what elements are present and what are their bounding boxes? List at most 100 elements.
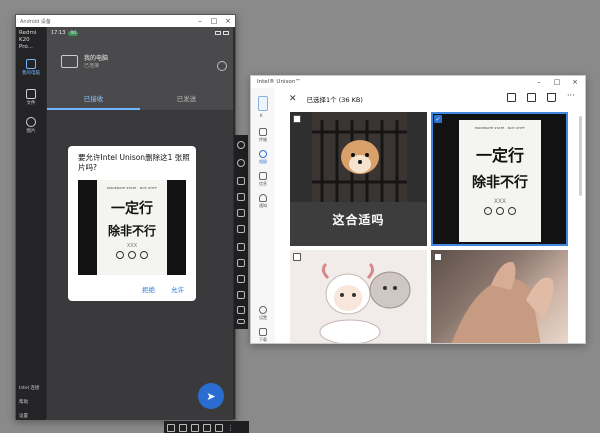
gear-icon[interactable] [217,61,227,71]
tag-xxx: XXX [493,198,507,205]
tag-line-2: 除非不行 [107,224,156,238]
status-badge: 00 [68,30,79,36]
cast-icon[interactable] [215,424,223,432]
power-icon[interactable] [237,141,245,149]
vibrate-icon[interactable] [237,209,245,217]
tag-line-1: 一定行 [475,146,524,165]
sidebar-item-gallery[interactable]: 相册 [251,150,275,165]
tag-line-2: 除非不行 [472,175,528,191]
dialog-photo-preview: MODERATE STATE · NOT-STIFF 一定行 除非不行 XXX [78,180,186,275]
more-icon[interactable]: ⋮ [227,424,234,432]
symbol-icon [140,251,148,259]
phone-bottom-toolbar: ⋮ [164,421,249,433]
sidebar-item-notifications[interactable]: 通知 [251,194,275,209]
sidebar-item-label: 图片 [26,129,36,134]
photo-tile[interactable] [290,250,427,343]
phone-tabs: 已接收 已发送 [47,90,233,110]
sidebar-item-label: 下载 [259,337,267,342]
settings-item[interactable]: 设置 [19,413,28,419]
download-icon[interactable] [507,93,516,102]
mute-icon[interactable] [237,225,245,233]
message-icon [259,172,267,180]
volume-up-icon[interactable] [237,177,245,185]
photo-checkbox-checked[interactable]: ✓ [434,115,442,123]
photo-tile[interactable]: 这合适吗 [290,112,427,246]
maximize-icon[interactable]: □ [548,76,566,88]
sidebar-item-label: 我的电脑 [22,71,40,76]
my-computer-row[interactable]: 我的电脑 已连接 [61,53,108,69]
allow-button[interactable]: 允许 [171,284,184,294]
keyboard-icon[interactable] [191,424,199,432]
unison-titlebar: Intel® Unison™ – □ × [251,76,585,88]
sidebar-item-settings[interactable]: 设置 [251,306,275,321]
sidebar-item-messages[interactable]: 信息 [251,172,275,187]
close-icon[interactable]: × [221,15,235,27]
file-transfer-icon[interactable] [203,424,211,432]
pc-name: 我的电脑 [84,55,109,62]
more-icon[interactable]: ··· [567,92,577,102]
minimize-icon[interactable]: – [193,15,207,27]
pc-status: 已连接 [84,63,100,69]
device-name: Redmi K20 Pro... [19,30,37,50]
scrollbar[interactable] [579,116,582,196]
phone-window-titlebar: Android 设备 – □ × [16,15,235,27]
sidebar-item-label: 传输 [259,137,267,142]
send-icon: ➤ [206,389,216,403]
bell-icon [259,194,267,202]
volume-down-icon[interactable] [237,193,245,201]
file-icon [26,89,36,99]
symbol-icon [128,251,136,259]
unison-window: Intel® Unison™ – □ × K 传输 相册 信息 通知 设置 下载… [250,75,586,344]
delete-icon[interactable] [547,93,556,102]
send-fab-button[interactable]: ➤ [198,383,224,409]
photo-grid: 这合适吗 MODERATE STATE · NOT-STIFF 一定行 除非不行… [290,112,575,343]
transfer-icon [259,128,267,136]
screenshot-icon[interactable] [237,259,245,267]
unison-sidebar: K 传输 相册 信息 通知 设置 下载 [251,88,275,343]
computer-icon [26,59,36,69]
window-icon[interactable] [167,424,175,432]
tag-xxx: XXX [126,243,138,249]
tag-small-text: MODERATE STATE · NOT-STIFF [106,186,158,190]
tab-received[interactable]: 已接收 [47,90,140,110]
tab-sent[interactable]: 已发送 [140,90,233,110]
monitor-icon [61,54,78,68]
save-icon[interactable] [527,93,536,102]
selection-label: 已选择1个 (36 KB) [306,96,363,104]
sidebar-item-transfer[interactable]: 传输 [251,128,275,143]
signal-icon [215,31,221,35]
sidebar-item-images[interactable]: 图片 [16,117,46,134]
gallery-toolbar: ✕ 已选择1个 (36 KB) ··· [275,88,585,110]
deny-button[interactable]: 拒绝 [142,284,155,294]
hand-photo [451,261,554,343]
battery-icon [223,31,229,35]
clear-selection-icon[interactable]: ✕ [289,94,297,104]
record-icon[interactable] [237,275,245,283]
phone-device-label: K [260,113,263,118]
close-icon[interactable]: × [566,76,584,88]
sidebar-item-downloads[interactable]: 下载 [251,328,275,343]
fullscreen-icon[interactable] [237,243,245,251]
photo-checkbox[interactable] [293,115,301,123]
photo-checkbox[interactable] [434,253,442,261]
sidebar-item-label: 通知 [259,203,267,208]
sidebar-item-my-computer[interactable]: 我的电脑 [16,59,46,76]
sidebar-item-files[interactable]: 文件 [16,89,46,106]
menu-icon[interactable] [237,319,245,324]
camera-icon[interactable] [179,424,187,432]
help-item[interactable]: 帮助 [19,399,28,405]
recycle-icon [484,207,492,215]
rotate-icon[interactable] [237,159,245,167]
phone-device-icon[interactable] [258,96,268,111]
home-icon[interactable] [237,306,245,314]
tag-line-1: 一定行 [111,201,153,217]
sidebar-item-label: 文件 [26,101,36,106]
settings-icon [259,306,267,314]
maximize-icon[interactable]: □ [207,15,221,27]
minimize-icon[interactable]: – [530,76,548,88]
intel-connect-item[interactable]: Intel 连接 [19,385,39,391]
back-icon[interactable] [237,291,245,299]
photo-checkbox[interactable] [293,253,301,261]
photo-tile-selected[interactable]: MODERATE STATE · NOT-STIFF 一定行 除非不行 XXX … [431,112,568,246]
photo-tile[interactable] [431,250,568,343]
